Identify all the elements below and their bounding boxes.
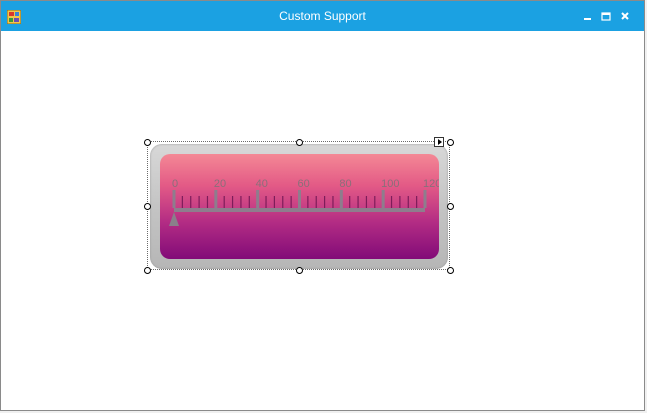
resize-handle-top[interactable] — [296, 139, 303, 146]
minimize-icon[interactable] — [581, 9, 595, 23]
resize-handle-top-right[interactable] — [447, 139, 454, 146]
title-bar[interactable]: Custom Support — [1, 1, 644, 31]
selection-frame — [147, 141, 450, 270]
resize-handle-top-left[interactable] — [144, 139, 151, 146]
resize-handle-bottom-left[interactable] — [144, 267, 151, 274]
window-title: Custom Support — [279, 9, 366, 23]
resize-handle-right[interactable] — [447, 203, 454, 210]
smart-tag-arrow-icon[interactable] — [434, 137, 444, 147]
resize-handle-left[interactable] — [144, 203, 151, 210]
resize-handle-bottom[interactable] — [296, 267, 303, 274]
close-icon[interactable] — [618, 9, 632, 23]
maximize-icon[interactable] — [599, 9, 613, 23]
resize-handle-bottom-right[interactable] — [447, 267, 454, 274]
